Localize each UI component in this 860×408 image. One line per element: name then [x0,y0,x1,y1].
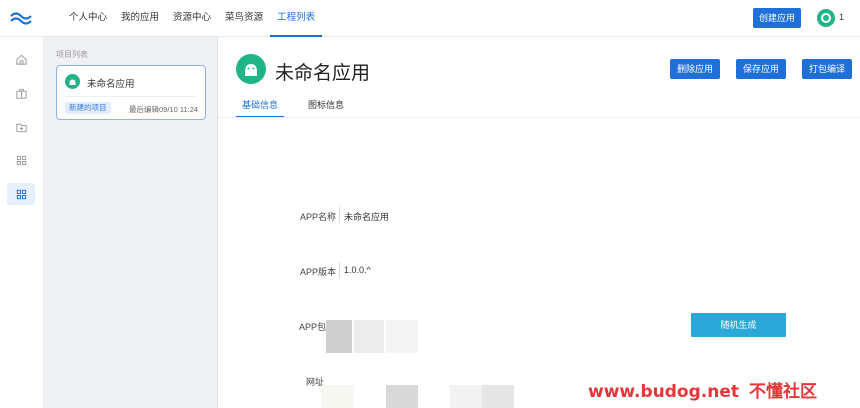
top-bar: 个人中心 我的应用 资源中心 菜鸟资源 工程列表 创建应用 1 [0,0,860,37]
tabs-divider [218,117,860,118]
obscured-region [386,320,418,353]
app-package-label: APP包 [298,322,326,332]
project-card[interactable]: 未命名应用 新建的项目 最后编辑09/10 11:24 [56,65,206,120]
top-nav: 个人中心 我的应用 资源中心 菜鸟资源 工程列表 [62,0,323,37]
last-edited: 最后编辑09/10 11:24 [129,105,199,114]
android-icon [245,64,257,76]
home-icon [15,54,27,65]
obscured-region [450,385,482,408]
user-avatar-icon [821,13,831,23]
obscured-region [322,385,354,408]
rail-folder-add[interactable] [7,116,35,138]
nav-personal-center[interactable]: 个人中心 [62,0,114,37]
avatar[interactable] [817,9,835,27]
project-name: 未命名应用 [87,79,135,90]
project-android-icon [65,74,80,89]
grid-icon [16,155,26,165]
rail-apps[interactable] [7,183,35,205]
watermark-text: 不懂社区 [749,382,817,402]
android-icon [69,79,76,85]
rail-briefcase[interactable] [7,82,35,104]
watermark: www.budog.net 不懂社区 [588,377,817,402]
user-count: 1 [839,12,845,22]
field-separator [339,262,340,278]
random-generate-button[interactable]: 随机生成 [691,313,786,337]
obscured-region [482,385,514,408]
status-badge: 新建的项目 [65,102,111,114]
side-rail [0,37,44,408]
folder-add-icon [15,123,27,132]
nav-resource-center[interactable]: 资源中心 [166,0,218,37]
main-content: 未命名应用 删除应用 保存应用 打包编译 基础信息 图标信息 APP名称 未命名… [218,37,860,408]
url-label: 网址 [305,377,324,387]
app-version-label: APP版本 [299,267,336,277]
create-app-button[interactable]: 创建应用 [753,8,801,28]
divider [65,96,197,97]
nav-my-apps[interactable]: 我的应用 [114,0,166,37]
rail-grid[interactable] [7,149,35,171]
page-title: 未命名应用 [275,63,371,84]
app-android-icon [236,54,266,84]
nav-rookie-resources[interactable]: 菜鸟资源 [218,0,270,37]
obscured-region [386,385,418,408]
app-version-field[interactable]: 1.0.0.^ [344,265,371,275]
app-name-field[interactable]: 未命名应用 [344,210,389,223]
obscured-region [326,320,352,353]
rail-home[interactable] [7,48,35,70]
nav-project-list[interactable]: 工程列表 [270,0,323,37]
watermark-url: www.budog.net [588,382,739,402]
apps-icon [16,189,26,199]
project-list-title: 项目列表 [56,50,88,59]
tab-basic-info[interactable]: 基础信息 [236,96,285,118]
briefcase-icon [15,88,27,99]
obscured-region [354,320,384,353]
logo-icon[interactable] [10,9,32,27]
field-separator [339,207,340,223]
tab-icon-info[interactable]: 图标信息 [302,96,350,118]
project-list-panel: 项目列表 未命名应用 新建的项目 最后编辑09/10 11:24 [44,37,218,408]
save-app-button[interactable]: 保存应用 [736,59,786,79]
app-name-label: APP名称 [299,212,336,222]
build-app-button[interactable]: 打包编译 [802,59,852,79]
tab-bar: 基础信息 图标信息 [236,96,350,118]
delete-app-button[interactable]: 删除应用 [670,59,720,79]
